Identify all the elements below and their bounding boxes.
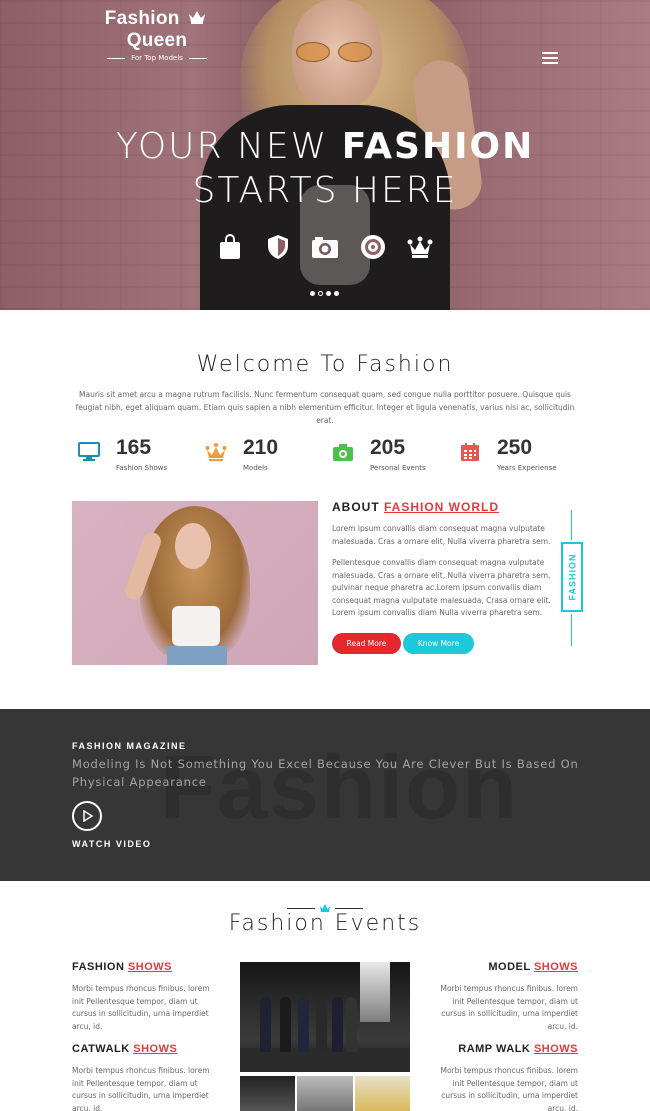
brand-name: Fashion Queen bbox=[72, 8, 242, 52]
side-label-text: FASHION bbox=[567, 553, 578, 601]
runway-model bbox=[298, 997, 309, 1052]
hero-title-bold: FASHION bbox=[341, 126, 535, 167]
stat-personal-events: 205 Personal Events bbox=[326, 436, 452, 476]
side-label-box: FASHION bbox=[561, 542, 583, 612]
watch-video-link[interactable]: WATCH VIDEO bbox=[72, 839, 151, 849]
slider-dot-1[interactable] bbox=[310, 291, 315, 296]
event-text: Morbi tempus rhoncus finibus. lorem init… bbox=[440, 984, 578, 1031]
event-heading-model-shows: MODEL SHOWS bbox=[488, 961, 578, 973]
stat-label: Years Experiense bbox=[497, 464, 557, 472]
event-text: Morbi tempus rhoncus finibus. lorem init… bbox=[72, 1066, 210, 1111]
hero-title-light: YOUR NEW bbox=[115, 126, 342, 167]
magazine-quote: Modeling Is Not Something You Excel Beca… bbox=[72, 757, 579, 789]
runway-photo bbox=[240, 962, 410, 1072]
brand-tagline: For Top Models bbox=[72, 54, 242, 62]
thumbnail-1[interactable] bbox=[240, 1076, 296, 1111]
hero-headline: YOUR NEW FASHION STARTS HERE bbox=[0, 125, 650, 213]
slider-pagination bbox=[310, 291, 339, 296]
slider-dot-4[interactable] bbox=[334, 291, 339, 296]
camera-icon bbox=[332, 442, 354, 462]
runway-model bbox=[346, 997, 357, 1052]
camera-icon[interactable] bbox=[310, 232, 340, 262]
runway-thumbnails bbox=[240, 1076, 410, 1111]
event-text: Morbi tempus rhoncus finibus. lorem init… bbox=[72, 984, 210, 1031]
stat-years-experience: 250 Years Experiense bbox=[453, 436, 579, 476]
about-paragraph-1: Lorem ipsum convallis diam consequat mag… bbox=[332, 524, 551, 546]
brand-right: Queen bbox=[126, 30, 188, 52]
hero-model-sunglasses bbox=[296, 42, 376, 62]
play-icon[interactable] bbox=[72, 801, 102, 831]
event-heading-catwalk-shows: CATWALK SHOWS bbox=[72, 1043, 177, 1055]
runway-model bbox=[260, 997, 271, 1052]
stat-label: Personal Events bbox=[370, 464, 426, 472]
welcome-text: Mauris sit amet arcu a magna rutrum faci… bbox=[75, 390, 575, 425]
photo-model-jeans bbox=[167, 646, 227, 665]
event-heading-link[interactable]: SHOWS bbox=[133, 1043, 177, 1055]
event-heading-plain: RAMP WALK bbox=[458, 1043, 534, 1055]
magazine-kicker: FASHION MAGAZINE bbox=[72, 741, 187, 751]
about-paragraph-2: Pellentesque convallis diam consequat ma… bbox=[332, 558, 551, 617]
runway-light bbox=[360, 962, 390, 1022]
thumbnail-2[interactable] bbox=[297, 1076, 353, 1111]
site-logo[interactable]: Fashion Queen For Top Models bbox=[72, 8, 242, 62]
crown-icon[interactable] bbox=[405, 232, 435, 262]
crown-icon bbox=[188, 8, 206, 30]
hero-banner: Fashion Queen For Top Models YOUR NEW FA… bbox=[0, 0, 650, 310]
target-icon[interactable] bbox=[358, 232, 388, 262]
calendar-icon bbox=[459, 442, 481, 462]
event-heading-ramp-walk-shows: RAMP WALK SHOWS bbox=[458, 1043, 578, 1055]
about-heading: ABOUT FASHION WORLD bbox=[332, 500, 499, 514]
slider-dot-3[interactable] bbox=[326, 291, 331, 296]
hero-title-line2: STARTS HERE bbox=[192, 170, 458, 211]
about-heading-plain: ABOUT bbox=[332, 500, 384, 514]
event-text: Morbi tempus rhoncus finibus. lorem init… bbox=[440, 1066, 578, 1111]
photo-model-top bbox=[172, 606, 220, 646]
side-line-bottom bbox=[571, 614, 572, 646]
stat-label: Fashion Shows bbox=[116, 464, 168, 472]
about-heading-link[interactable]: FASHION WORLD bbox=[384, 500, 499, 514]
event-heading-plain: FASHION bbox=[72, 961, 128, 973]
runway-model bbox=[316, 997, 327, 1052]
event-heading-link[interactable]: SHOWS bbox=[534, 961, 578, 973]
side-line-top bbox=[571, 510, 572, 540]
hamburger-menu-icon[interactable] bbox=[542, 52, 560, 66]
event-heading-plain: MODEL bbox=[488, 961, 534, 973]
tagline-text: For Top Models bbox=[131, 54, 183, 63]
stat-number: 165 bbox=[116, 436, 152, 459]
runway-model bbox=[332, 997, 343, 1052]
event-heading-link[interactable]: SHOWS bbox=[128, 961, 172, 973]
thumbnail-3[interactable] bbox=[354, 1076, 410, 1111]
runway-model bbox=[280, 997, 291, 1052]
slider-dot-2[interactable] bbox=[318, 291, 323, 296]
event-heading-plain: CATWALK bbox=[72, 1043, 134, 1055]
stat-fashion-shows: 165 Fashion Shows bbox=[72, 436, 198, 476]
know-more-button[interactable]: Know More bbox=[403, 633, 474, 654]
read-more-button[interactable]: Read More bbox=[332, 633, 401, 654]
about-model-photo bbox=[72, 501, 318, 665]
shield-icon[interactable] bbox=[263, 232, 293, 262]
event-heading-fashion-shows: FASHION SHOWS bbox=[72, 961, 172, 973]
monitor-icon bbox=[78, 442, 100, 462]
stat-number: 210 bbox=[243, 436, 279, 459]
crown-icon bbox=[205, 442, 227, 462]
hero-icon-row bbox=[215, 232, 435, 262]
magazine-band: Fashion FASHION MAGAZINE Modeling Is Not… bbox=[0, 709, 650, 881]
stat-number: 205 bbox=[370, 436, 406, 459]
stat-number: 250 bbox=[497, 436, 533, 459]
welcome-title: Welcome To Fashion bbox=[196, 352, 454, 377]
shopping-bag-icon[interactable] bbox=[215, 232, 245, 262]
events-title: Fashion Events bbox=[228, 911, 422, 936]
stat-models: 210 Models bbox=[199, 436, 325, 476]
stat-label: Models bbox=[243, 464, 268, 472]
brand-left: Fashion bbox=[104, 8, 180, 30]
stats-row: 165 Fashion Shows 210 Models 205 Persona… bbox=[72, 436, 578, 476]
photo-model-face bbox=[175, 523, 211, 569]
event-heading-link[interactable]: SHOWS bbox=[534, 1043, 578, 1055]
